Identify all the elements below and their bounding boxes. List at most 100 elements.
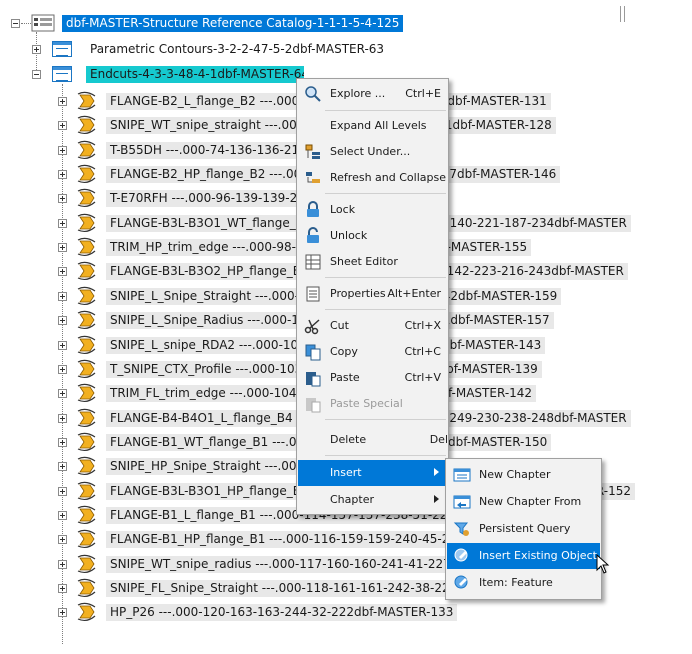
expand-toggle-icon[interactable] <box>58 121 67 130</box>
context-menu: Explore ... Ctrl+E Expand All Levels Sel… <box>296 78 449 515</box>
expand-toggle-icon[interactable] <box>32 45 41 54</box>
expand-toggle-icon[interactable] <box>58 487 67 496</box>
part-reference-icon <box>77 164 96 184</box>
part-reference-icon <box>77 432 96 452</box>
tree-root-row[interactable]: dbf-MASTER-Structure Reference Catalog-1… <box>0 12 692 34</box>
menu-item-refresh-collapse[interactable]: Refresh and Collapse <box>298 165 447 191</box>
part-reference-icon <box>77 602 96 622</box>
submenu-item-new-chapter[interactable]: New Chapter <box>447 462 600 488</box>
paste-icon <box>306 372 321 387</box>
collapse-toggle-icon[interactable] <box>11 19 20 28</box>
expand-toggle-icon[interactable] <box>58 414 67 423</box>
expand-toggle-icon[interactable] <box>58 535 67 544</box>
expand-toggle-icon[interactable] <box>58 341 67 350</box>
menu-item-expand-all-levels[interactable]: Expand All Levels <box>298 113 447 139</box>
menu-separator <box>325 455 446 456</box>
part-reference-icon <box>77 115 96 135</box>
menu-item-explore[interactable]: Explore ... Ctrl+E <box>298 81 447 107</box>
part-reference-icon <box>77 91 96 111</box>
chapter-icon <box>52 41 72 57</box>
menu-item-insert[interactable]: Insert <box>298 460 447 486</box>
part-reference-icon <box>77 578 96 598</box>
tree-chapter-label[interactable]: Parametric Contours-3-2-2-47-5-2dbf-MAST… <box>86 41 388 58</box>
new-chapter-icon <box>453 468 471 482</box>
menu-item-select-under[interactable]: Select Under... <box>298 139 447 165</box>
part-reference-icon <box>77 554 96 574</box>
new-chapter-from-icon <box>453 495 471 509</box>
expand-toggle-icon[interactable] <box>58 438 67 447</box>
menu-item-paste-special: Paste Special <box>298 391 447 417</box>
part-reference-icon <box>77 408 96 428</box>
scissors-icon <box>304 319 320 335</box>
submenu-item-insert-existing-object[interactable]: Insert Existing Object <box>447 543 600 569</box>
part-reference-icon <box>77 359 96 379</box>
expand-toggle-icon[interactable] <box>58 511 67 520</box>
menu-separator <box>325 193 446 194</box>
menu-item-unlock[interactable]: Unlock <box>298 223 447 249</box>
expand-toggle-icon[interactable] <box>58 146 67 155</box>
submenu-item-item-feature[interactable]: Item: Feature <box>447 570 600 596</box>
menu-separator <box>325 419 446 420</box>
tree-chapter-label[interactable]: Endcuts-4-3-3-48-4-1dbf-MASTER-64 <box>86 66 304 83</box>
collapse-toggle-icon[interactable] <box>32 70 41 79</box>
catalog-icon <box>31 14 55 32</box>
submenu-item-new-chapter-from[interactable]: New Chapter From <box>447 489 600 515</box>
tree-item-row[interactable]: HP_P26 ---.000-120-163-163-244-32-222dbf… <box>0 601 692 623</box>
part-reference-icon <box>77 188 96 208</box>
part-reference-icon <box>77 140 96 160</box>
part-reference-icon <box>77 261 96 281</box>
submenu-item-persistent-query[interactable]: Persistent Query <box>447 516 600 542</box>
menu-item-lock[interactable]: Lock <box>298 197 447 223</box>
tree-root-label[interactable]: dbf-MASTER-Structure Reference Catalog-1… <box>62 15 404 32</box>
expand-toggle-icon[interactable] <box>58 560 67 569</box>
copy-icon <box>305 344 321 361</box>
part-reference-icon <box>77 456 96 476</box>
refresh-collapse-icon <box>306 172 320 183</box>
properties-icon <box>306 286 320 302</box>
part-reference-icon <box>77 213 96 233</box>
expand-toggle-icon[interactable] <box>58 170 67 179</box>
persistent-query-icon <box>453 522 469 536</box>
part-reference-icon <box>77 481 96 501</box>
expand-toggle-icon[interactable] <box>58 608 67 617</box>
expand-toggle-icon[interactable] <box>58 389 67 398</box>
expand-toggle-icon[interactable] <box>58 462 67 471</box>
expand-toggle-icon[interactable] <box>58 219 67 228</box>
unlock-icon <box>307 227 319 243</box>
part-reference-icon <box>77 310 96 330</box>
expand-toggle-icon[interactable] <box>58 365 67 374</box>
menu-separator <box>325 309 446 310</box>
menu-item-paste[interactable]: Paste Ctrl+V <box>298 365 447 391</box>
mouse-cursor-icon <box>596 554 610 574</box>
part-reference-icon <box>77 335 96 355</box>
menu-separator <box>325 110 446 111</box>
insert-existing-object-icon <box>454 548 468 562</box>
expand-toggle-icon[interactable] <box>58 97 67 106</box>
part-reference-icon <box>77 529 96 549</box>
menu-item-copy[interactable]: Copy Ctrl+C <box>298 339 447 365</box>
menu-item-delete[interactable]: Delete Del <box>298 427 448 453</box>
part-reference-icon <box>77 237 96 257</box>
menu-item-cut[interactable]: Cut Ctrl+X <box>298 313 447 339</box>
menu-separator <box>325 277 446 278</box>
tree-item-label[interactable]: HP_P26 ---.000-120-163-163-244-32-222dbf… <box>106 604 458 621</box>
expand-toggle-icon[interactable] <box>58 267 67 276</box>
item-feature-icon <box>454 575 468 589</box>
sheet-editor-icon <box>305 254 321 270</box>
part-reference-icon <box>77 505 96 525</box>
menu-item-sheet-editor[interactable]: Sheet Editor <box>298 249 447 275</box>
expand-toggle-icon[interactable] <box>58 243 67 252</box>
expand-toggle-icon[interactable] <box>58 584 67 593</box>
submenu-arrow-icon <box>434 468 439 476</box>
chapter-icon <box>52 66 72 82</box>
select-under-icon <box>305 144 320 159</box>
expand-toggle-icon[interactable] <box>58 292 67 301</box>
menu-item-properties[interactable]: Properties Alt+Enter <box>298 281 447 307</box>
expand-toggle-icon[interactable] <box>58 194 67 203</box>
paste-special-icon <box>306 398 321 413</box>
part-reference-icon <box>77 383 96 403</box>
expand-toggle-icon[interactable] <box>58 316 67 325</box>
part-reference-icon <box>77 286 96 306</box>
tree-chapter-row[interactable]: Parametric Contours-3-2-2-47-5-2dbf-MAST… <box>0 38 692 60</box>
menu-item-chapter[interactable]: Chapter <box>298 487 447 513</box>
